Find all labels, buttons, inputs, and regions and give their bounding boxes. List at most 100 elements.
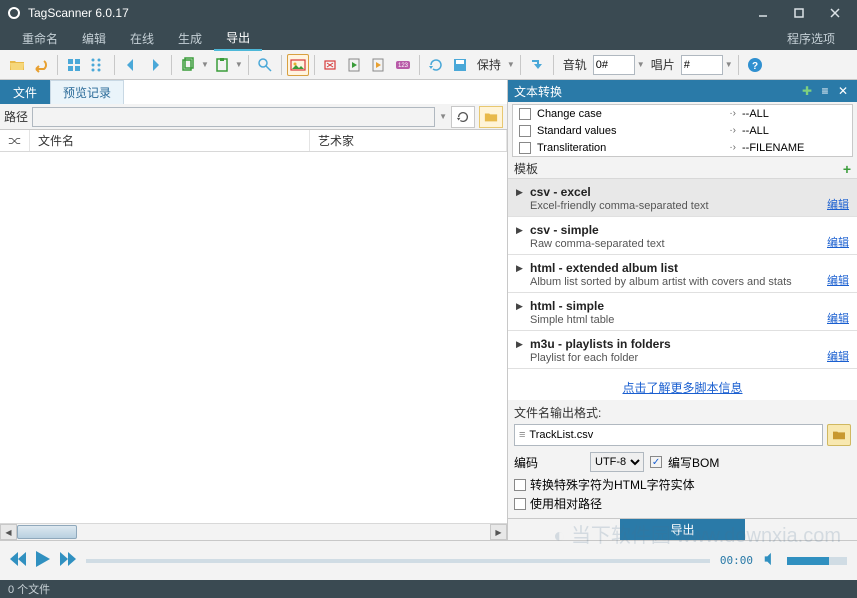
transform-checkbox[interactable] [519, 125, 531, 137]
path-label: 路径 [4, 108, 28, 125]
text-transform-title: 文本转换 [514, 83, 797, 100]
status-bar: 0 个文件 [0, 580, 857, 598]
menu-generate[interactable]: 生成 [166, 27, 214, 50]
relative-path-checkbox[interactable] [514, 498, 526, 510]
open-folder-button[interactable] [6, 54, 28, 76]
add-transform-icon[interactable]: ✚ [799, 83, 815, 99]
menu-export[interactable]: 导出 [214, 26, 262, 51]
next-button[interactable] [144, 54, 166, 76]
escape-html-checkbox[interactable] [514, 479, 526, 491]
export-tb-button[interactable] [526, 54, 548, 76]
player-progress[interactable] [86, 559, 710, 563]
track-combo[interactable] [593, 55, 635, 75]
transform-checkbox[interactable] [519, 108, 531, 120]
col-artist[interactable]: 艺术家 [310, 130, 507, 151]
template-item[interactable]: ▶ m3u - playlists in folders Playlist fo… [508, 331, 857, 369]
image-button[interactable] [287, 54, 309, 76]
expand-icon[interactable]: ▶ [516, 225, 523, 236]
player-next-button[interactable] [60, 552, 76, 569]
path-input[interactable] [32, 107, 435, 127]
help-button[interactable]: ? [744, 54, 766, 76]
minimize-button[interactable] [745, 1, 781, 25]
relative-path-label: 使用相对路径 [530, 495, 602, 512]
file-grid-body[interactable] [0, 152, 507, 523]
maximize-button[interactable] [781, 1, 817, 25]
template-edit-link[interactable]: 编辑 [827, 196, 849, 212]
browse-path-button[interactable] [479, 106, 503, 128]
templates-header: 模板 + [508, 159, 857, 179]
bom-checkbox[interactable]: ✓ [650, 456, 662, 468]
template-desc: Raw comma-separated text [530, 238, 847, 250]
templates-list: ▶ csv - excel Excel-friendly comma-separ… [508, 179, 857, 375]
search-button[interactable] [254, 54, 276, 76]
expand-icon[interactable]: ▶ [516, 301, 523, 312]
paste-button[interactable] [211, 54, 233, 76]
delete-tag-button[interactable] [320, 54, 342, 76]
browse-output-button[interactable] [827, 424, 851, 446]
menu-online[interactable]: 在线 [118, 27, 166, 50]
scroll-left-button[interactable]: ◀ [0, 524, 17, 540]
player-play-button[interactable] [36, 551, 50, 570]
menu-settings[interactable]: 程序选项 [775, 27, 847, 50]
save-tag-button[interactable] [449, 54, 471, 76]
template-edit-link[interactable]: 编辑 [827, 234, 849, 250]
template-desc: Excel-friendly comma-separated text [530, 200, 847, 212]
refresh-tag-button[interactable] [425, 54, 447, 76]
expand-icon[interactable]: ▶ [516, 263, 523, 274]
volume-slider[interactable] [787, 557, 847, 565]
tab-files[interactable]: 文件 [0, 80, 50, 104]
scroll-right-button[interactable]: ▶ [490, 524, 507, 540]
template-item[interactable]: ▶ csv - simple Raw comma-separated text … [508, 217, 857, 255]
filename-value: TrackList.csv [529, 429, 593, 441]
transform-checkbox[interactable] [519, 142, 531, 154]
horizontal-scrollbar[interactable]: ◀ ▶ [0, 523, 507, 540]
queue-file-button[interactable] [368, 54, 390, 76]
template-edit-link[interactable]: 编辑 [827, 348, 849, 364]
disc-label: 唱片 [647, 56, 679, 73]
menu-rename[interactable]: 重命名 [10, 27, 70, 50]
template-item[interactable]: ▶ html - extended album list Album list … [508, 255, 857, 293]
col-shuffle[interactable] [0, 130, 30, 151]
list-view-button[interactable] [87, 54, 109, 76]
template-title: csv - excel [530, 185, 847, 199]
template-title: csv - simple [530, 223, 847, 237]
player-bar: 00:00 [0, 540, 857, 580]
template-item[interactable]: ▶ html - simple Simple html table 编辑 [508, 293, 857, 331]
filename-input[interactable]: ≡ TrackList.csv [514, 424, 823, 446]
disc-combo[interactable] [681, 55, 723, 75]
player-prev-button[interactable] [10, 552, 26, 569]
transform-name: Transliteration [537, 142, 723, 154]
collapse-icon[interactable]: ≡ [817, 83, 833, 99]
grid-view-button[interactable] [63, 54, 85, 76]
transform-row[interactable]: Transliteration ·› --FILENAME [513, 139, 852, 156]
template-item[interactable]: ▶ csv - excel Excel-friendly comma-separ… [508, 179, 857, 217]
tab-preview[interactable]: 预览记录 [50, 80, 124, 104]
expand-icon[interactable]: ▶ [516, 339, 523, 350]
transform-row[interactable]: Change case ·› --ALL [513, 105, 852, 122]
template-title: html - extended album list [530, 261, 847, 275]
template-edit-link[interactable]: 编辑 [827, 310, 849, 326]
mute-icon[interactable] [763, 552, 777, 569]
template-edit-link[interactable]: 编辑 [827, 272, 849, 288]
encoding-select[interactable]: UTF-8 [590, 452, 644, 472]
close-panel-icon[interactable]: ✕ [835, 83, 851, 99]
prev-button[interactable] [120, 54, 142, 76]
col-filename[interactable]: 文件名 [30, 130, 310, 151]
transform-name: Standard values [537, 125, 723, 137]
more-scripts-link[interactable]: 点击了解更多脚本信息 [508, 375, 857, 400]
refresh-path-button[interactable] [451, 106, 475, 128]
add-template-button[interactable]: + [843, 161, 851, 177]
file-grid-header: 文件名 艺术家 [0, 130, 507, 152]
close-button[interactable] [817, 1, 853, 25]
copy-button[interactable] [177, 54, 199, 76]
menu-edit[interactable]: 编辑 [70, 27, 118, 50]
expand-icon[interactable]: ▶ [516, 187, 523, 198]
transform-value: --ALL [742, 125, 852, 137]
counter-button[interactable]: 123 [392, 54, 414, 76]
scroll-thumb[interactable] [17, 525, 77, 539]
transform-row[interactable]: Standard values ·› --ALL [513, 122, 852, 139]
play-file-button[interactable] [344, 54, 366, 76]
template-desc: Playlist for each folder [530, 352, 847, 364]
export-button[interactable]: 导出 [620, 519, 744, 540]
undo-button[interactable] [30, 54, 52, 76]
